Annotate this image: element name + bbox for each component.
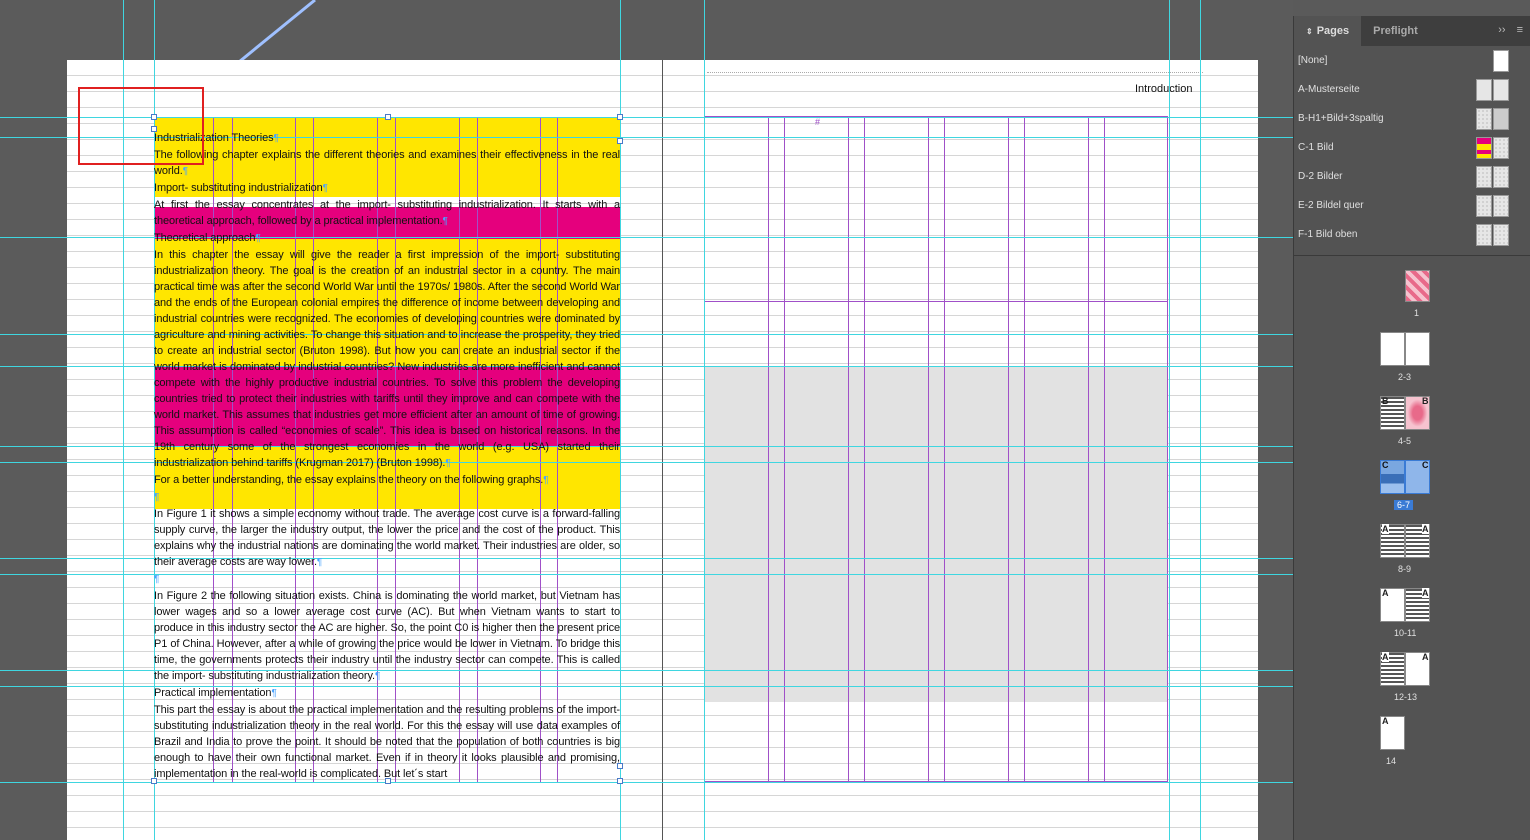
master-letter: C (1422, 460, 1429, 470)
master-thumbnail (1493, 136, 1509, 159)
masters-list: [None] A-Musterseite B-H1+Bild+3spaltig … (1294, 46, 1530, 249)
page-label: 12-13 (1394, 692, 1418, 702)
page-label: 4-5 (1398, 436, 1412, 446)
master-letter: C (1382, 460, 1389, 470)
tab-pages[interactable]: ⇕ Pages (1294, 16, 1362, 46)
vertical-guide[interactable] (1200, 0, 1201, 840)
frame-handle[interactable] (617, 778, 623, 784)
page-label: 1 (1414, 308, 1420, 318)
page-label: 14 (1386, 756, 1397, 766)
subheading-theoretical-approach: Theoretical approach¶ (154, 232, 261, 244)
master-thumbnail (1476, 223, 1492, 246)
column-line (1008, 116, 1009, 782)
frame-handle[interactable] (617, 138, 623, 144)
empty-paragraph: ¶ (154, 574, 160, 585)
body-paragraph: The following chapter explains the diffe… (154, 149, 620, 177)
panel-dock-top (1293, 0, 1530, 16)
panel-divider (1294, 255, 1530, 256)
column-line (944, 116, 945, 782)
pages-panel[interactable]: ⇕ Pages Preflight ›› ≡ [None] A-Musterse… (1293, 16, 1530, 840)
master-letter: A (1382, 588, 1389, 598)
tab-preflight[interactable]: Preflight (1361, 16, 1430, 46)
master-thumbnail (1476, 107, 1492, 130)
master-letter: A (1382, 524, 1389, 534)
page-thumbnail-2[interactable] (1380, 332, 1405, 366)
master-letter: A (1382, 652, 1389, 662)
frame-handle[interactable] (617, 114, 623, 120)
master-c[interactable]: C-1 Bild (1294, 133, 1530, 162)
column-line (848, 116, 849, 782)
vertical-guide[interactable] (704, 0, 705, 840)
pages-thumbnails[interactable]: 1 2-3 B B 4-5 C C 6-7 A A 8-9 A A 10-11 … (1294, 260, 1530, 800)
master-letter: A (1422, 524, 1429, 534)
panel-menu[interactable]: ›› ≡ (1498, 24, 1523, 36)
frame-handle[interactable] (385, 114, 391, 120)
header-rule (707, 72, 1203, 73)
master-letter: B (1422, 396, 1429, 406)
body-paragraph: This part the essay is about the practic… (154, 704, 620, 780)
column-line (928, 116, 929, 782)
vertical-guide[interactable] (620, 0, 621, 840)
master-thumbnail (1476, 136, 1492, 159)
column-line (784, 116, 785, 782)
page-label: 2-3 (1398, 372, 1412, 382)
frame-handle[interactable] (151, 778, 157, 784)
subheading-practical-implementation: Practical implementation¶ (154, 687, 277, 699)
pasteboard[interactable]: Introduction # Industrialization Theorie… (0, 0, 1293, 840)
master-letter: A (1422, 588, 1429, 598)
page-thumbnail-3[interactable] (1405, 332, 1430, 366)
subheading-isi: Import- substituting industrialization¶ (154, 182, 328, 194)
column-line (1024, 116, 1025, 782)
annotation-red-rectangle (78, 87, 204, 165)
main-text-frame[interactable]: Industrialization Theories¶ The followin… (154, 130, 620, 782)
master-d[interactable]: D-2 Bilder (1294, 162, 1530, 191)
column-line (1088, 116, 1089, 782)
master-thumbnail (1493, 78, 1509, 101)
empty-paragraph: ¶ (154, 492, 160, 503)
master-b[interactable]: B-H1+Bild+3spaltig (1294, 104, 1530, 133)
frame-marker: # (815, 117, 821, 127)
master-letter: A (1422, 652, 1429, 662)
master-letter: B (1382, 396, 1389, 406)
body-paragraph: For a better understanding, the essay ex… (154, 474, 549, 486)
master-thumbnail (1476, 165, 1492, 188)
column-line (1104, 116, 1105, 782)
page-thumbnail-1[interactable] (1405, 270, 1430, 302)
column-line (768, 116, 769, 782)
body-paragraph: In Figure 2 the following situation exis… (154, 590, 620, 682)
vertical-guide[interactable] (1169, 0, 1170, 840)
master-a[interactable]: A-Musterseite (1294, 75, 1530, 104)
body-paragraph: At first the essay concentrates at the i… (154, 199, 620, 227)
page-label-selected: 6-7 (1394, 500, 1414, 510)
master-none[interactable]: [None] (1294, 46, 1530, 75)
horizontal-guide[interactable] (0, 782, 1293, 783)
body-paragraph: In Figure 1 it shows a simple economy wi… (154, 508, 620, 568)
page-label: 8-9 (1398, 564, 1412, 574)
master-letter: A (1382, 716, 1389, 726)
frame-handle[interactable] (385, 778, 391, 784)
panel-menu-icon[interactable]: ≡ (1517, 24, 1523, 36)
double-chevron-icon[interactable]: ›› (1498, 24, 1505, 36)
master-thumbnail (1476, 78, 1492, 101)
master-thumbnail (1493, 194, 1509, 217)
master-thumbnail (1493, 107, 1509, 130)
master-e[interactable]: E-2 Bildel quer (1294, 191, 1530, 220)
master-thumbnail (1493, 49, 1509, 72)
panel-tabs: ⇕ Pages Preflight ›› ≡ (1294, 16, 1530, 46)
master-f[interactable]: F-1 Bild oben (1294, 220, 1530, 249)
heading-industrialization-theories: Industrialization Theories¶ (154, 132, 279, 144)
running-header: Introduction (1135, 83, 1193, 95)
column-line (864, 116, 865, 782)
page-label: 10-11 (1394, 628, 1417, 638)
master-thumbnail (1493, 223, 1509, 246)
right-page-column-frame (704, 116, 1168, 782)
body-paragraph: In this chapter the essay will give the … (154, 249, 620, 469)
out-port-icon[interactable] (617, 763, 623, 769)
master-thumbnail (1493, 165, 1509, 188)
up-down-arrows-icon: ⇕ (1306, 26, 1313, 36)
master-thumbnail (1476, 194, 1492, 217)
